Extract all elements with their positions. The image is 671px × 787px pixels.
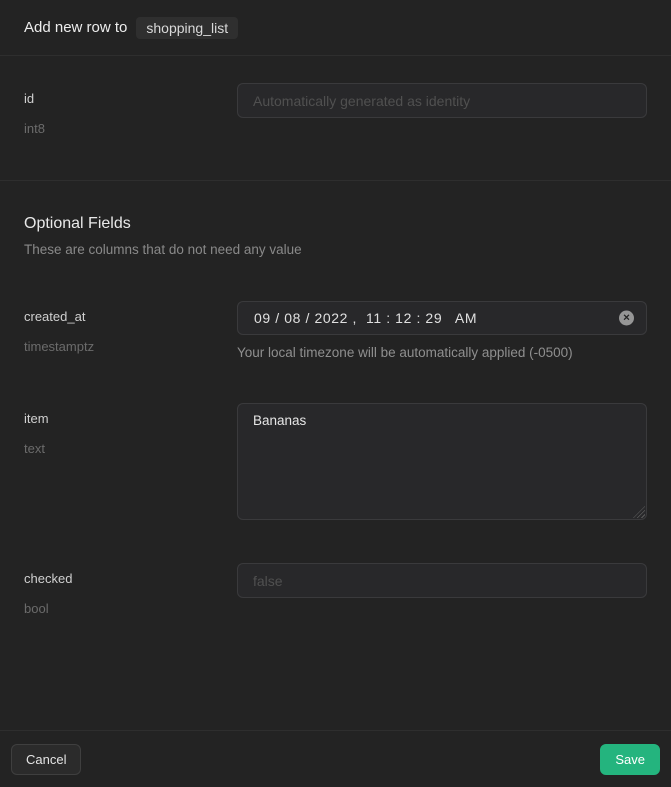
panel-footer: Cancel Save [0,730,671,787]
field-row-created-at: created_at timestamptz 09 / 08 / 2022 , … [24,301,647,360]
section-optional-fields: created_at timestamptz 09 / 08 / 2022 , … [0,257,671,616]
field-label-group-created-at: created_at timestamptz [24,301,237,354]
table-name-badge: shopping_list [136,17,238,39]
optional-fields-subtitle: These are columns that do not need any v… [24,242,647,257]
panel-title: Add new row to [24,19,127,36]
field-type-created-at: timestamptz [24,339,237,354]
field-label-group-id: id int8 [24,83,237,136]
field-type-checked: bool [24,601,237,616]
section-required-fields: id int8 [0,56,671,181]
field-label-group-item: item text [24,403,237,456]
field-name-item: item [24,411,237,426]
created-at-datetime-input[interactable]: 09 / 08 / 2022 , 11 : 12 : 29 AM [237,301,647,335]
field-row-id: id int8 [24,83,647,136]
field-name-id: id [24,91,237,106]
field-type-id: int8 [24,121,237,136]
save-button[interactable]: Save [600,744,660,775]
add-row-panel: Add new row to shopping_list id int8 Opt… [0,0,671,787]
optional-fields-title: Optional Fields [24,215,647,233]
clear-datetime-icon[interactable]: ✕ [619,311,634,326]
checked-input[interactable] [237,563,647,598]
content-spacer [0,616,671,730]
field-name-checked: checked [24,571,237,586]
field-name-created-at: created_at [24,309,237,324]
field-label-group-checked: checked bool [24,563,237,616]
id-input[interactable] [237,83,647,118]
field-type-item: text [24,441,237,456]
cancel-button[interactable]: Cancel [11,744,81,775]
timezone-helper-text: Your local timezone will be automaticall… [237,345,647,360]
field-row-checked: checked bool [24,563,647,616]
item-textarea[interactable]: Bananas [237,403,647,520]
field-row-item: item text Bananas [24,403,647,520]
optional-fields-header: Optional Fields These are columns that d… [0,181,671,257]
panel-header: Add new row to shopping_list [0,0,671,56]
